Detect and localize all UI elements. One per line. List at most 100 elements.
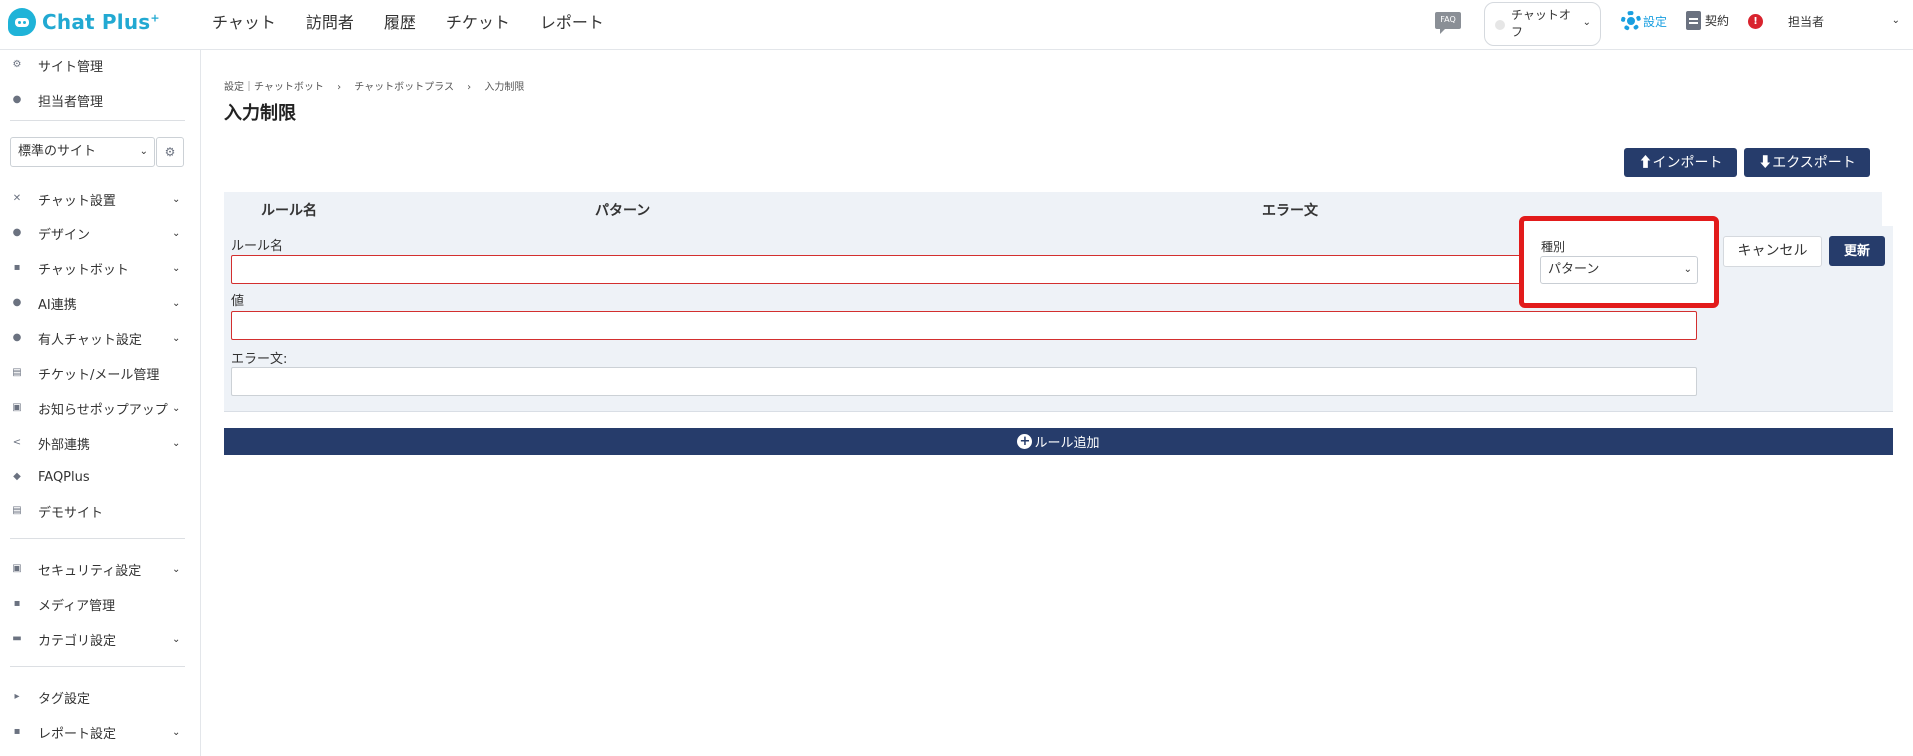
chevron-down-icon: ⌄ [1891, 15, 1900, 26]
share-icon: < [12, 437, 22, 448]
add-rule-button[interactable]: + ルール追加 [224, 428, 1893, 455]
gear-icon: ⚙ [12, 59, 22, 70]
nav-report[interactable]: レポート [540, 9, 604, 33]
breadcrumb-separator: › [467, 82, 472, 93]
palette-icon: ● [12, 227, 22, 238]
gear-icon [1621, 11, 1641, 31]
sidebar-item-design[interactable]: ● デザイン ⌄ [0, 218, 200, 248]
sidebar-item-label: 外部連携 [38, 437, 91, 453]
column-header-error: エラー文 [1262, 203, 1318, 219]
users-icon: ● [12, 94, 22, 105]
contract-label: 契約 [1705, 14, 1730, 28]
breadcrumb: 設定｜チャットボット › チャットボットプラス › 入力制限 [224, 78, 534, 93]
chevron-down-icon: ⌄ [172, 437, 181, 449]
breadcrumb-settings-chatbot[interactable]: 設定｜チャットボット [224, 82, 324, 93]
export-label: エクスポート [1772, 154, 1856, 170]
upload-icon: ⬆ [1638, 154, 1653, 170]
type-field-highlight: 種別 パターン ⌄ [1519, 216, 1719, 308]
export-button[interactable]: ⬇エクスポート [1744, 148, 1870, 177]
type-select[interactable]: パターン ⌄ [1540, 256, 1698, 284]
site-select-value: 標準のサイト [18, 144, 97, 159]
chat-status-label: チャットオフ [1511, 8, 1571, 39]
breadcrumb-chatbot-plus[interactable]: チャットボットプラス [354, 82, 454, 93]
sidebar-item-live-chat[interactable]: ● 有人チャット設定 ⌄ [0, 323, 200, 353]
sidebar-item-label: カテゴリ設定 [38, 633, 117, 649]
alert-icon[interactable]: ! [1748, 14, 1763, 29]
sidebar-item-integration[interactable]: < 外部連携 ⌄ [0, 428, 200, 458]
status-dot-icon [1495, 20, 1505, 30]
rule-name-label: ルール名 [231, 239, 284, 254]
plus-circle-icon: + [1017, 434, 1033, 449]
update-button[interactable]: 更新 [1829, 236, 1885, 266]
report-icon: ▪ [13, 726, 21, 737]
faq-shield-icon: ◆ [13, 471, 21, 482]
top-header: Chat Plus+ チャット 訪問者 履歴 チケット レポート FAQ チャッ… [0, 0, 1913, 50]
nav-ticket[interactable]: チケット [446, 9, 510, 33]
chat-icon: ▪ [13, 262, 21, 273]
sidebar-item-chatbot[interactable]: ▪ チャットボット ⌄ [0, 253, 200, 283]
monitor-icon: ▤ [12, 505, 22, 516]
cancel-button[interactable]: キャンセル [1723, 236, 1822, 267]
top-nav: チャット 訪問者 履歴 チケット レポート [212, 0, 634, 42]
chevron-down-icon: ⌄ [139, 146, 148, 157]
sidebar-item-chat-install[interactable]: ✕ チャット設置 ⌄ [0, 184, 200, 214]
nav-history[interactable]: 履歴 [384, 9, 416, 33]
sidebar-item-popup[interactable]: ▣ お知らせポップアップ ⌄ [0, 393, 200, 423]
sidebar-item-label: デザイン [38, 227, 91, 243]
chevron-down-icon: ⌄ [172, 193, 181, 205]
faq-icon[interactable]: FAQ [1435, 12, 1461, 34]
nav-visitors[interactable]: 訪問者 [306, 9, 354, 33]
sidebar-divider [10, 538, 185, 539]
error-text-input[interactable] [231, 367, 1697, 396]
sidebar-item-category[interactable]: ▬ カテゴリ設定 ⌄ [0, 624, 200, 654]
chevron-down-icon: ⌄ [172, 332, 181, 344]
contract-link[interactable]: 契約 [1686, 11, 1729, 30]
chevron-down-icon: ⌄ [1683, 264, 1692, 275]
chevron-down-icon: ⌄ [172, 297, 181, 309]
error-text-label: エラー文: [231, 352, 288, 367]
sidebar-item-label: 担当者管理 [38, 94, 104, 110]
chevron-down-icon: ⌄ [172, 726, 181, 738]
sidebar-item-report-settings[interactable]: ▪ レポート設定 ⌄ [0, 717, 200, 747]
user-menu[interactable]: 担当者 ⌄ [1788, 13, 1900, 30]
chevron-down-icon: ⌄ [172, 262, 181, 274]
chat-status-select[interactable]: チャットオフ ⌄ [1484, 2, 1601, 46]
folder-icon: ▬ [12, 633, 22, 644]
settings-link[interactable]: 設定 [1621, 11, 1667, 31]
sidebar-item-label: チャット設置 [38, 193, 116, 209]
brand-name: Chat Plus [42, 10, 151, 34]
sidebar-item-faqplus[interactable]: ◆ FAQPlus [0, 462, 200, 492]
breadcrumb-current: 入力制限 [484, 82, 525, 93]
page-title: 入力制限 [224, 103, 296, 124]
rule-name-input[interactable] [231, 255, 1691, 284]
tools-icon: ✕ [12, 193, 22, 204]
logo[interactable]: Chat Plus+ [8, 8, 160, 36]
sidebar-item-ai[interactable]: ● AI連携 ⌄ [0, 288, 200, 318]
brand-mark: + [150, 11, 160, 25]
site-select[interactable]: 標準のサイト ⌄ [10, 137, 155, 167]
chat-bubble-icon [8, 8, 36, 36]
sidebar-item-demo-site[interactable]: ▤ デモサイト [0, 496, 200, 526]
sidebar: ⚙ サイト管理 ● 担当者管理 標準のサイト ⌄ ⚙ ✕ チャット設置 ⌄ ● … [0, 50, 201, 756]
user-label: 担当者 [1788, 15, 1825, 29]
tag-icon: ▸ [14, 691, 20, 702]
nav-chat[interactable]: チャット [212, 9, 276, 33]
value-input[interactable] [231, 311, 1697, 340]
sidebar-divider [10, 120, 185, 121]
document-icon [1686, 11, 1701, 30]
import-button[interactable]: ⬆インポート [1624, 148, 1737, 177]
headset-icon: ● [12, 332, 22, 343]
sidebar-item-ticket-mail[interactable]: ▤ チケット/メール管理 [0, 358, 200, 388]
sidebar-item-media[interactable]: ▪ メディア管理 [0, 589, 200, 619]
chevron-down-icon: ⌄ [172, 227, 181, 239]
sidebar-item-staff-management[interactable]: ● 担当者管理 [0, 85, 200, 115]
site-settings-gear-icon[interactable]: ⚙ [156, 137, 184, 167]
ticket-icon: ▤ [12, 367, 22, 378]
sidebar-item-security[interactable]: ▣ セキュリティ設定 ⌄ [0, 554, 200, 584]
sidebar-item-label: 有人チャット設定 [38, 332, 142, 348]
sidebar-item-tags[interactable]: ▸ タグ設定 [0, 682, 200, 712]
sidebar-item-site-management[interactable]: ⚙ サイト管理 [0, 50, 200, 80]
download-icon: ⬇ [1758, 154, 1773, 170]
column-header-pattern: パターン [595, 203, 651, 219]
chevron-down-icon: ⌄ [172, 402, 181, 414]
